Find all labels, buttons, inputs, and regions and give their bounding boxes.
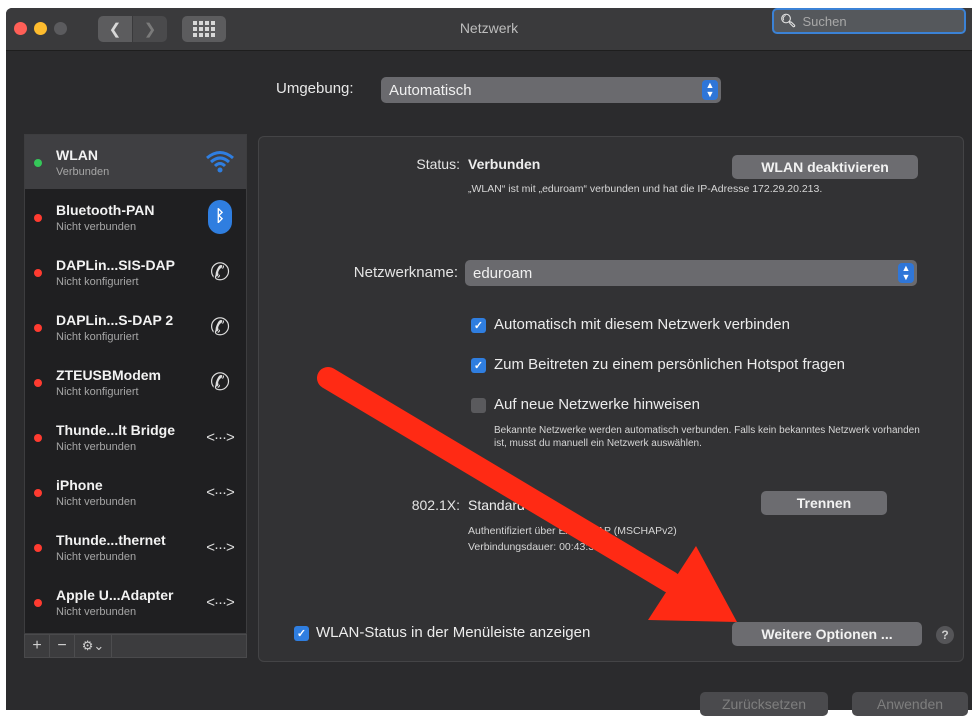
- new-networks-hint: Bekannte Netzwerke werden automatisch ve…: [494, 425, 920, 449]
- connection-duration: Verbindungsdauer: 00:43:38: [468, 541, 600, 553]
- environment-value: Automatisch: [389, 81, 472, 99]
- service-status: Nicht konfiguriert: [56, 276, 139, 288]
- auto-join-checkbox[interactable]: ✓: [471, 318, 486, 333]
- environment-label: Umgebung:: [276, 80, 354, 97]
- auto-join-label: Automatisch mit diesem Netzwerk verbinde…: [494, 316, 790, 333]
- add-service-button[interactable]: +: [25, 635, 50, 657]
- service-list[interactable]: WLAN Verbunden Bluetooth-PAN Nicht verbunde…: [24, 134, 247, 634]
- phone-icon: ✆: [209, 313, 231, 341]
- show-wlan-status-checkbox[interactable]: ✓: [294, 626, 309, 641]
- notify-new-networks-checkbox[interactable]: [471, 398, 486, 413]
- service-status: Nicht konfiguriert: [56, 386, 139, 398]
- status-value: Verbunden: [468, 156, 541, 172]
- service-status: Verbunden: [56, 166, 110, 178]
- show-wlan-status-label: WLAN-Status in der Menüleiste anzeigen: [316, 624, 591, 641]
- service-item-4[interactable]: DAPLin...S-DAP 2 Nicht konfiguriert ✆: [25, 300, 246, 354]
- status-dot: [34, 379, 42, 387]
- ethernet-icon: <···>: [206, 483, 234, 501]
- dot1x-value: Standard: [468, 497, 525, 513]
- service-item-2[interactable]: Bluetooth-PAN Nicht verbunden ᛒ: [25, 190, 246, 244]
- service-item-5[interactable]: ZTEUSBModem Nicht konfiguriert ✆: [25, 355, 246, 409]
- network-name-select[interactable]: eduroam ▲ ▼: [465, 260, 917, 286]
- service-item-1[interactable]: WLAN Verbunden: [25, 135, 246, 189]
- status-dot: [34, 214, 42, 222]
- service-status: Nicht verbunden: [56, 221, 137, 233]
- phone-icon: ✆: [209, 258, 231, 286]
- updown-chevron-icon: ▲ ▼: [702, 80, 718, 100]
- service-status: Nicht verbunden: [56, 551, 137, 563]
- dot1x-auth-method: Authentifiziert über EAP-PEAP (MSCHAPv2): [468, 525, 677, 537]
- service-name: Thunde...thernet: [56, 532, 166, 548]
- remove-service-button[interactable]: −: [50, 635, 75, 657]
- service-status: Nicht verbunden: [56, 441, 137, 453]
- service-status: Nicht konfiguriert: [56, 331, 139, 343]
- status-dot: [34, 599, 42, 607]
- ethernet-icon: <···>: [206, 593, 234, 611]
- service-name: Bluetooth-PAN: [56, 202, 155, 218]
- dot1x-label: 802.1X:: [411, 497, 460, 513]
- service-item-7[interactable]: iPhone Nicht verbunden <···>: [25, 465, 246, 519]
- status-dot: [34, 324, 42, 332]
- network-name-value: eduroam: [473, 264, 533, 282]
- revert-button[interactable]: Zurücksetzen: [700, 692, 828, 716]
- hotspot-ask-label: Zum Beitreten zu einem persönlichen Hots…: [494, 356, 846, 373]
- wlan-deactivate-button[interactable]: WLAN deaktivieren: [732, 155, 918, 179]
- help-button[interactable]: ?: [936, 626, 954, 644]
- wifi-icon: [202, 145, 238, 179]
- phone-icon: ✆: [209, 368, 231, 396]
- notify-new-networks-label: Auf neue Netzwerke hinweisen: [494, 396, 700, 413]
- status-description: „WLAN“ ist mit „eduroam“ verbunden und h…: [468, 183, 823, 195]
- service-name: DAPLin...S-DAP 2: [56, 312, 174, 328]
- bluetooth-icon: ᛒ: [202, 200, 238, 234]
- status-dot: [34, 269, 42, 277]
- service-status: Nicht verbunden: [56, 496, 137, 508]
- apply-button[interactable]: Anwenden: [852, 692, 968, 716]
- status-dot: [34, 489, 42, 497]
- service-status: Nicht verbunden: [56, 606, 137, 618]
- service-name: DAPLin...SIS-DAP: [56, 257, 176, 273]
- more-options-button[interactable]: Weitere Optionen ...: [732, 622, 922, 646]
- service-name: iPhone: [56, 477, 103, 493]
- updown-chevron-icon: ▲ ▼: [898, 263, 914, 283]
- status-label: Status:: [416, 156, 460, 172]
- service-item-3[interactable]: DAPLin...SIS-DAP Nicht konfiguriert ✆: [25, 245, 246, 299]
- ethernet-icon: <···>: [206, 538, 234, 556]
- service-name: WLAN: [56, 147, 98, 163]
- status-dot: [34, 159, 42, 167]
- status-dot: [34, 544, 42, 552]
- service-name: ZTEUSBModem: [56, 367, 161, 383]
- service-name: Apple U...Adapter: [56, 587, 174, 603]
- network-name-label: Netzwerkname:: [353, 264, 458, 281]
- status-dot: [34, 434, 42, 442]
- action-menu-button[interactable]: ⚙︎⌄: [75, 635, 112, 657]
- environment-select[interactable]: Automatisch ▲ ▼: [381, 77, 721, 103]
- service-item-8[interactable]: Thunde...thernet Nicht verbunden <···>: [25, 520, 246, 574]
- search-input[interactable]: [800, 12, 955, 30]
- hotspot-ask-checkbox[interactable]: ✓: [471, 358, 486, 373]
- search-field[interactable]: 🔍︎: [772, 8, 966, 34]
- service-item-6[interactable]: Thunde...lt Bridge Nicht verbunden <···>: [25, 410, 246, 464]
- service-item-9[interactable]: Apple U...Adapter Nicht verbunden <···>: [25, 575, 246, 629]
- service-list-toolbar: + − ⚙︎⌄: [24, 634, 247, 658]
- search-icon: 🔍︎: [780, 13, 797, 28]
- disconnect-button[interactable]: Trennen: [761, 491, 887, 515]
- ethernet-icon: <···>: [206, 428, 234, 446]
- service-name: Thunde...lt Bridge: [56, 422, 175, 438]
